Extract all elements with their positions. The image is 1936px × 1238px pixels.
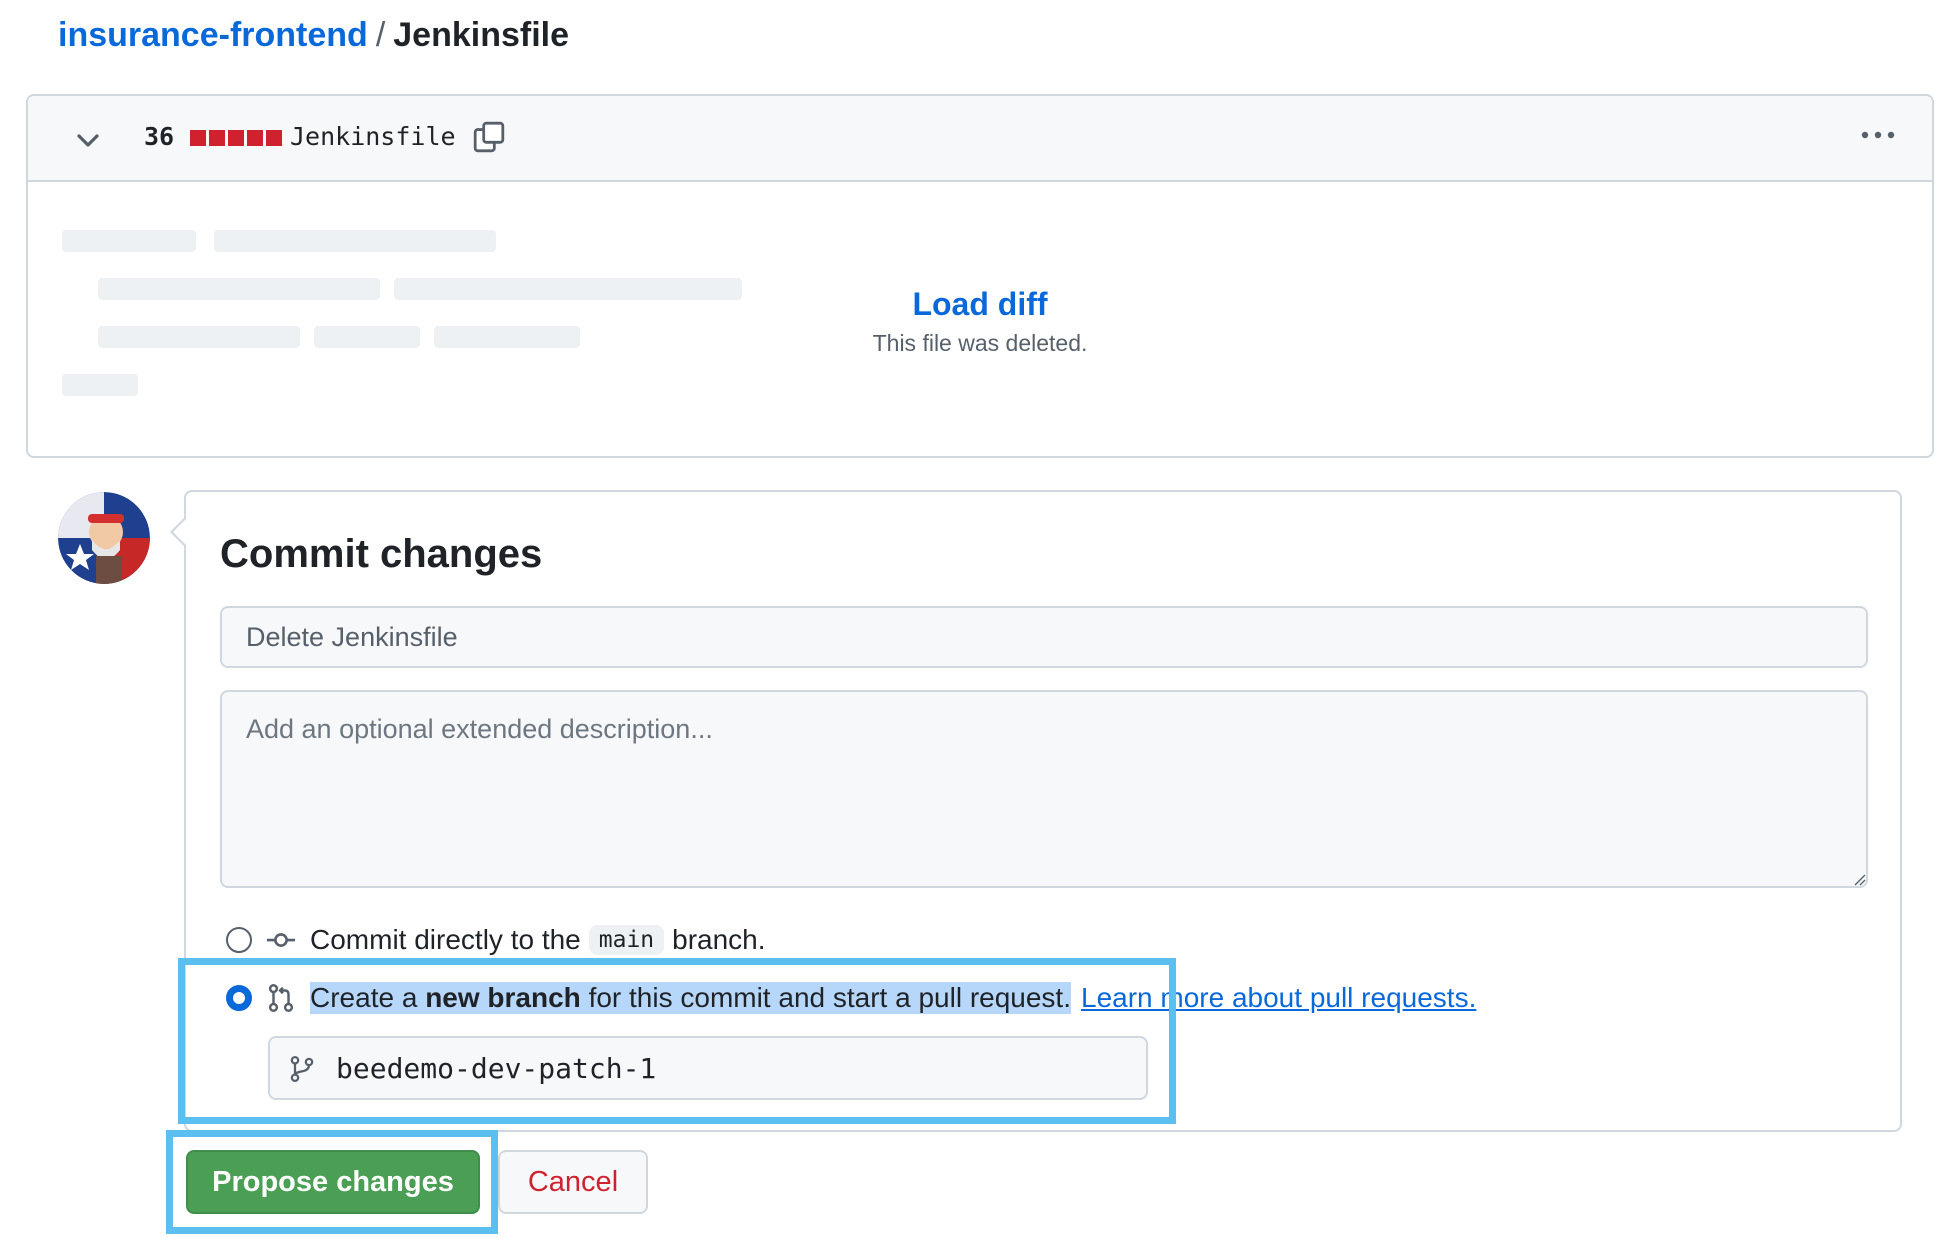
branch-name-chip: main bbox=[588, 925, 665, 955]
diffstat-block bbox=[190, 130, 206, 146]
annotation-highlight-new-branch bbox=[178, 958, 1176, 1124]
commit-summary-input[interactable] bbox=[220, 606, 1868, 668]
avatar-image bbox=[58, 492, 150, 584]
load-diff-link[interactable]: Load diff bbox=[28, 286, 1932, 323]
propose-changes-button[interactable]: Propose changes bbox=[186, 1150, 480, 1214]
git-commit-icon bbox=[266, 933, 296, 947]
commit-description-textarea[interactable] bbox=[220, 690, 1868, 888]
commit-direct-suffix: branch. bbox=[672, 924, 766, 955]
kebab-horizontal-icon[interactable] bbox=[1860, 128, 1896, 142]
diffstat-block bbox=[228, 130, 244, 146]
file-diff: 36 Jenkinsfile Load diff This file was d… bbox=[26, 94, 1934, 458]
breadcrumb-separator: / bbox=[375, 16, 386, 54]
commit-form-title: Commit changes bbox=[220, 532, 543, 576]
diff-skeleton-line bbox=[62, 230, 196, 252]
diffstat-block bbox=[209, 130, 225, 146]
commit-direct-radio[interactable] bbox=[226, 927, 252, 953]
diffstat-block bbox=[266, 130, 282, 146]
file-deleted-note: This file was deleted. bbox=[872, 330, 1088, 356]
diff-filename[interactable]: Jenkinsfile bbox=[290, 122, 456, 151]
file-diff-header: 36 Jenkinsfile bbox=[28, 96, 1932, 182]
cancel-button[interactable]: Cancel bbox=[498, 1150, 648, 1214]
avatar[interactable] bbox=[58, 492, 150, 584]
diff-changes-count: 36 bbox=[144, 122, 175, 151]
copy-icon[interactable] bbox=[472, 120, 506, 154]
speech-caret-fill bbox=[173, 518, 187, 546]
chevron-down-icon[interactable] bbox=[72, 124, 104, 156]
diff-skeleton-line bbox=[214, 230, 496, 252]
commit-direct-option[interactable]: Commit directly to the main branch. bbox=[226, 924, 766, 956]
commit-direct-prefix: Commit directly to the bbox=[310, 924, 581, 955]
resize-grip-icon[interactable] bbox=[1852, 872, 1866, 886]
diff-skeleton-line bbox=[62, 374, 138, 396]
diffstat-block bbox=[247, 130, 263, 146]
diffstat-bar bbox=[190, 130, 282, 146]
breadcrumb-repo-link[interactable]: insurance-frontend bbox=[58, 16, 368, 54]
breadcrumb: insurance-frontend / Jenkinsfile bbox=[58, 16, 569, 55]
breadcrumb-file: Jenkinsfile bbox=[393, 16, 570, 54]
